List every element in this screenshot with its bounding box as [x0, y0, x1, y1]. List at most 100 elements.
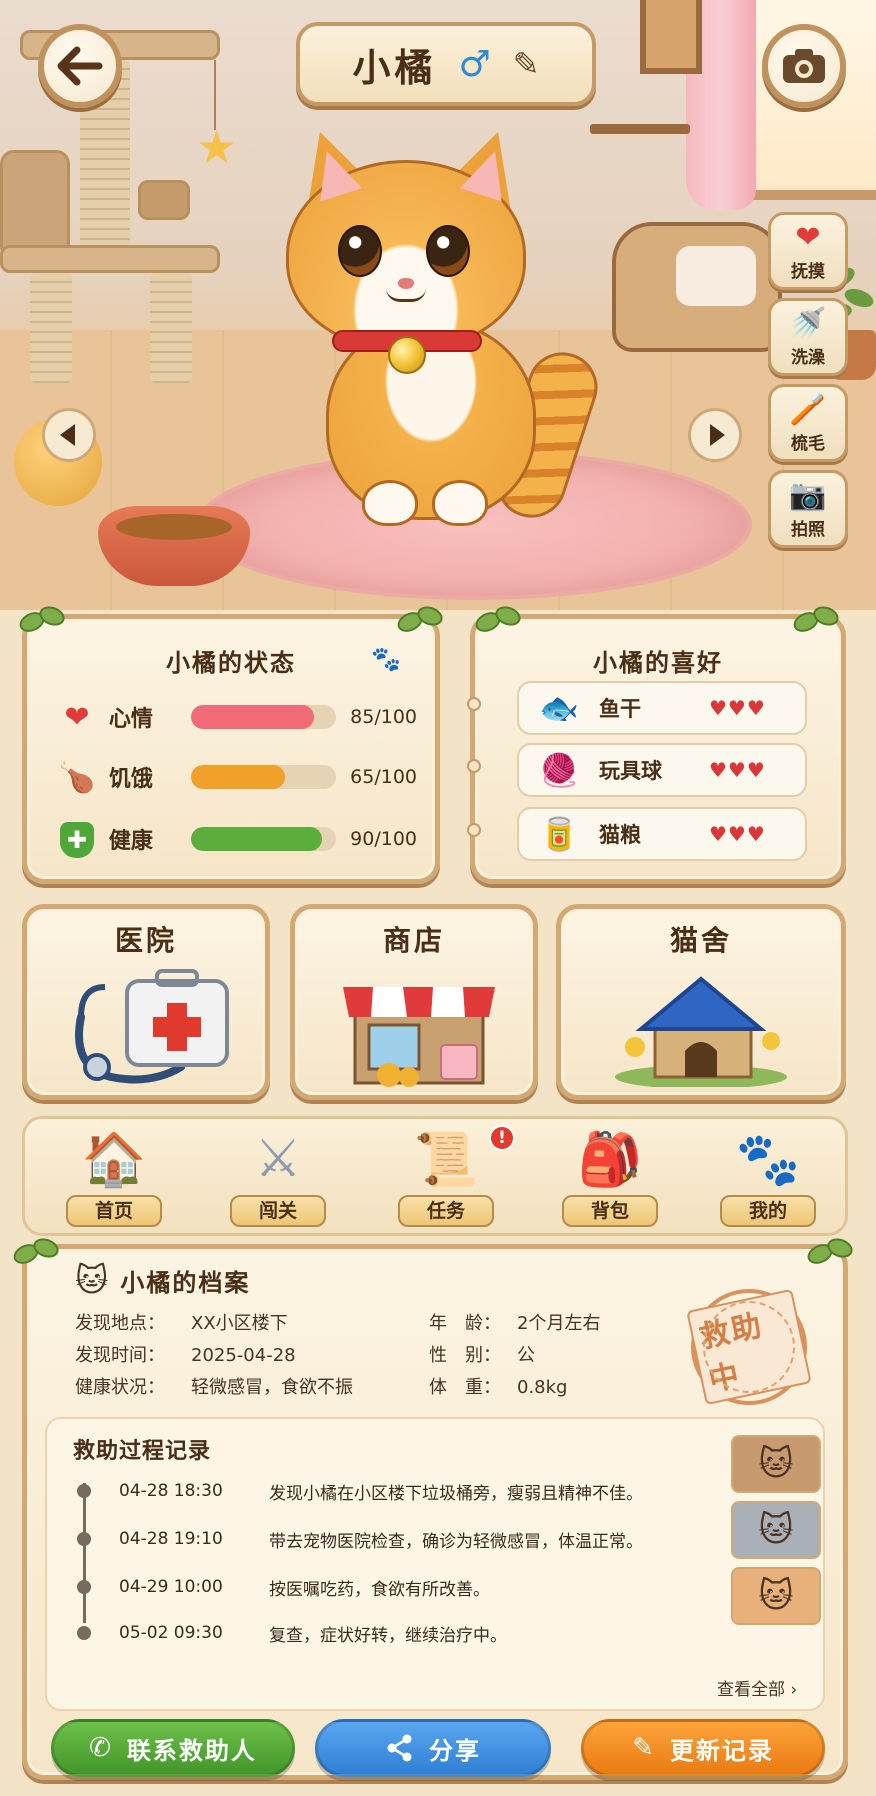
nav-profile[interactable]: 🐾 我的: [713, 1125, 823, 1235]
pencil-icon: ✎: [632, 1733, 656, 1763]
info-age: 年 龄： 2个月左右: [429, 1313, 601, 1334]
timeline-time: 04-28 18:30: [119, 1481, 223, 1501]
brush-label: 梳毛: [791, 433, 825, 454]
shop-label: 商店: [382, 924, 445, 957]
timeline-title: 救助过程记录: [73, 1439, 212, 1464]
info-weight: 体 重： 0.8kg: [429, 1377, 568, 1398]
nav-challenge[interactable]: ⚔ 闯关: [223, 1125, 333, 1235]
bath-button[interactable]: 🚿 洗澡: [768, 298, 848, 376]
fish-icon: 🐟: [539, 689, 579, 727]
star-ornament: ★: [196, 120, 238, 174]
food-bowl: [98, 506, 250, 586]
vine-decoration: [793, 605, 839, 635]
mood-bar-fill: [190, 705, 315, 729]
view-all-link[interactable]: 查看全部 ›: [717, 1675, 797, 1700]
archive-title: 小橘的档案: [120, 1268, 251, 1297]
cat-name: 小橘: [352, 45, 437, 90]
scroll-icon: 📜: [413, 1129, 479, 1190]
timeline-dot: [77, 1580, 91, 1594]
nav-label: 我的: [720, 1195, 816, 1227]
rescue-photo-thumbnail[interactable]: 🐱: [731, 1567, 821, 1625]
like-label: 猫粮: [599, 823, 641, 847]
info-gender: 性 别：公: [429, 1345, 535, 1366]
camera-button[interactable]: [762, 24, 846, 108]
health-shield-icon: ✚: [57, 821, 97, 858]
shop-icon: [343, 987, 495, 1087]
nav-home[interactable]: 🏠 首页: [59, 1125, 169, 1235]
timeline-entry: 04-29 10:00 按医嘱吃药，食欲有所改善。: [77, 1575, 490, 1600]
prev-cat-button[interactable]: [42, 408, 96, 462]
mood-bar: [190, 705, 337, 729]
next-cat-button[interactable]: [688, 408, 742, 462]
camera-icon: [783, 49, 825, 83]
status-hunger: 🍗 饥饿 65/100: [57, 757, 417, 797]
vine-decoration: [475, 605, 521, 635]
rescue-timeline: 救助过程记录 04-28 18:30 发现小橘在小区楼下垃圾桶旁，瘦弱且精神不佳…: [45, 1417, 825, 1711]
timeline-time: 04-29 10:00: [119, 1577, 223, 1597]
timeline-entry: 05-02 09:30 复查，症状好转，继续治疗中。: [77, 1621, 507, 1646]
nav-label: 任务: [398, 1195, 494, 1227]
like-item: 🧶 玩具球 ♥♥♥: [517, 743, 807, 797]
chevron-right-icon: [709, 424, 725, 446]
photo-button[interactable]: 📷 拍照: [768, 470, 848, 548]
contact-label: 联系救助人: [126, 1736, 257, 1765]
home-icon: 🏠: [81, 1129, 147, 1190]
chevron-left-icon: [59, 424, 75, 446]
status-label: 心情: [108, 707, 153, 732]
back-button[interactable]: [38, 24, 122, 108]
share-label: 分享: [429, 1736, 481, 1765]
back-arrow-icon: [57, 46, 103, 86]
health-bar: [190, 827, 337, 851]
pet-button[interactable]: ❤ 抚摸: [768, 212, 848, 290]
timeline-time: 04-28 19:10: [119, 1529, 223, 1549]
ring-decoration: [467, 697, 481, 711]
vine-decoration: [19, 605, 65, 635]
timeline-dot: [77, 1626, 91, 1640]
rescue-status-stamp: 救助中: [680, 1278, 818, 1416]
shower-icon: 🚿: [789, 305, 827, 341]
ring-decoration: [467, 759, 481, 773]
pet-label: 抚摸: [791, 261, 825, 282]
like-item: 🥫 猫粮 ♥♥♥: [517, 807, 807, 861]
pencil-icon[interactable]: ✎: [513, 45, 540, 83]
ring-decoration: [467, 823, 481, 837]
status-label: 健康: [108, 829, 153, 854]
cat-house-icon: [615, 976, 787, 1087]
cat-face-icon: 🐱: [75, 1261, 109, 1299]
like-hearts: ♥♥♥: [709, 758, 766, 782]
vine-decoration: [807, 1237, 853, 1267]
paw-icon: 🐾: [735, 1129, 801, 1190]
rescue-photo-thumbnail[interactable]: 🐱: [731, 1435, 821, 1493]
status-label: 饥饿: [108, 767, 153, 792]
yarn-ball-icon: 🧶: [539, 751, 579, 789]
action-bar: ✆ 联系救助人 分享 ✎ 更新记录: [45, 1719, 825, 1777]
nav-label: 背包: [562, 1195, 658, 1227]
nav-tasks[interactable]: 📜 任务 !: [391, 1125, 515, 1235]
update-record-button[interactable]: ✎ 更新记录: [581, 1719, 825, 1777]
hospital-card[interactable]: 医院: [22, 904, 270, 1100]
wall-picture: [640, 0, 702, 74]
like-label: 鱼干: [599, 697, 641, 721]
likes-title: 小橘的喜好: [593, 649, 723, 677]
update-label: 更新记录: [669, 1736, 774, 1765]
info-found-time: 发现时间： 2025-04-28: [75, 1345, 296, 1366]
nav-backpack[interactable]: 🎒 背包: [555, 1125, 665, 1235]
brush-icon: 🪥: [789, 391, 827, 427]
like-hearts: ♥♥♥: [709, 696, 766, 720]
cattery-card[interactable]: 猫舍: [556, 904, 846, 1100]
archive-panel: 🐱 小橘的档案 发现地点： XX小区楼下 发现时间： 2025-04-28 健康状况…: [22, 1244, 848, 1780]
timeline-text: 按医嘱吃药，食欲有所改善。: [269, 1579, 490, 1600]
hunger-bar: [190, 765, 337, 789]
share-button[interactable]: 分享: [315, 1719, 551, 1777]
bottom-nav: 🏠 首页 ⚔ 闯关 📜 任务 ! 🎒 背包 🐾 我的: [22, 1116, 848, 1236]
contact-rescuer-button[interactable]: ✆ 联系救助人: [51, 1719, 295, 1777]
brush-button[interactable]: 🪥 梳毛: [768, 384, 848, 462]
shop-card[interactable]: 商店: [290, 904, 538, 1100]
male-icon: ♂: [458, 43, 491, 85]
rescue-photo-thumbnail[interactable]: 🐱: [731, 1501, 821, 1559]
timeline-time: 05-02 09:30: [119, 1623, 223, 1643]
vine-decoration: [397, 605, 443, 635]
cat-character[interactable]: [276, 119, 616, 550]
status-value: 90/100: [350, 828, 417, 850]
info-health: 健康状况： 轻微感冒，食欲不振: [75, 1377, 353, 1398]
